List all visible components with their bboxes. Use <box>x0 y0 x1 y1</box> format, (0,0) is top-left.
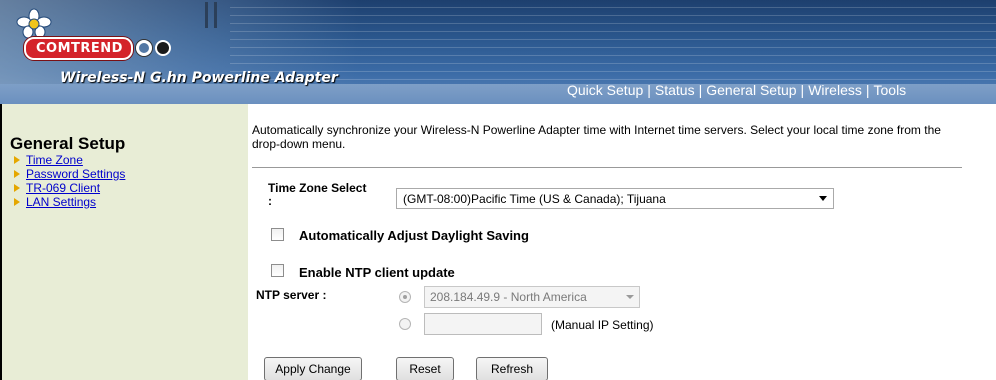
arrow-right-icon <box>14 156 20 164</box>
nav-quick-setup[interactable]: Quick Setup <box>567 82 643 98</box>
header-pole <box>205 2 208 28</box>
sidebar-title: General Setup <box>10 134 126 153</box>
time-zone-label-colon: : <box>268 194 272 208</box>
chevron-down-icon <box>626 295 634 299</box>
arrow-right-icon <box>14 184 20 192</box>
time-zone-label-text: Time Zone Select <box>268 181 367 195</box>
sidebar-item-time-zone: Time Zone <box>14 153 125 167</box>
time-zone-label: Time Zone Select : <box>268 182 392 208</box>
nav-separator: | <box>698 82 703 98</box>
refresh-button[interactable]: Refresh <box>476 357 548 380</box>
intro-text: Automatically synchronize your Wireless-… <box>252 123 941 151</box>
brand-dot-icon <box>154 40 171 56</box>
brand-logo: COMTREND <box>24 36 171 60</box>
nav-tools[interactable]: Tools <box>874 82 907 98</box>
nav-separator: | <box>865 82 870 98</box>
nav-general-setup[interactable]: General Setup <box>706 82 796 98</box>
ntp-enable-label: Enable NTP client update <box>299 265 455 280</box>
ntp-server-value: 208.184.49.9 - North America <box>430 290 587 304</box>
sidebar-item-lan-settings: LAN Settings <box>14 195 125 209</box>
brand-ring-icon <box>135 40 152 56</box>
sidebar-menu: Time Zone Password Settings TR-069 Clien… <box>14 153 125 209</box>
product-title: Wireless-N G.hn Powerline Adapter <box>60 70 338 86</box>
arrow-right-icon <box>14 170 20 178</box>
sidebar: General Setup Time Zone Password Setting… <box>0 104 248 380</box>
daylight-saving-checkbox[interactable] <box>271 228 284 241</box>
nav-separator: | <box>800 82 805 98</box>
main-content: Automatically synchronize your Wireless-… <box>248 104 996 380</box>
brand-name: COMTREND <box>24 36 133 60</box>
sidebar-link-tr069-client[interactable]: TR-069 Client <box>26 181 100 195</box>
header-pole <box>214 2 217 28</box>
daylight-saving-label: Automatically Adjust Daylight Saving <box>299 228 529 243</box>
nav-separator: | <box>647 82 651 98</box>
sidebar-link-lan-settings[interactable]: LAN Settings <box>26 195 96 209</box>
ntp-preset-radio[interactable] <box>399 291 411 303</box>
nav-status[interactable]: Status <box>655 82 695 98</box>
sidebar-link-password-settings[interactable]: Password Settings <box>26 167 125 181</box>
ntp-manual-radio[interactable] <box>399 318 411 330</box>
ntp-server-label: NTP server : <box>256 288 327 302</box>
chevron-down-icon <box>819 196 827 201</box>
manual-ip-input[interactable] <box>424 313 542 335</box>
header-banner: COMTREND Wireless-N G.hn Powerline Adapt… <box>0 0 996 104</box>
ntp-enable-checkbox[interactable] <box>271 264 284 277</box>
sidebar-link-time-zone[interactable]: Time Zone <box>26 153 83 167</box>
sidebar-item-tr069-client: TR-069 Client <box>14 181 125 195</box>
arrow-right-icon <box>14 198 20 206</box>
divider <box>252 167 962 168</box>
ntp-server-select[interactable]: 208.184.49.9 - North America <box>424 286 640 308</box>
top-nav: Quick Setup | Status | General Setup | Wireles… <box>567 82 906 98</box>
manual-ip-label: (Manual IP Setting) <box>551 318 654 332</box>
header-lines <box>230 0 996 84</box>
time-zone-select[interactable]: (GMT-08:00)Pacific Time (US & Canada); T… <box>396 188 834 209</box>
apply-change-button[interactable]: Apply Change <box>264 357 362 380</box>
sidebar-item-password-settings: Password Settings <box>14 167 125 181</box>
nav-wireless[interactable]: Wireless <box>808 82 862 98</box>
reset-button[interactable]: Reset <box>396 357 454 380</box>
time-zone-value: (GMT-08:00)Pacific Time (US & Canada); T… <box>403 191 666 206</box>
